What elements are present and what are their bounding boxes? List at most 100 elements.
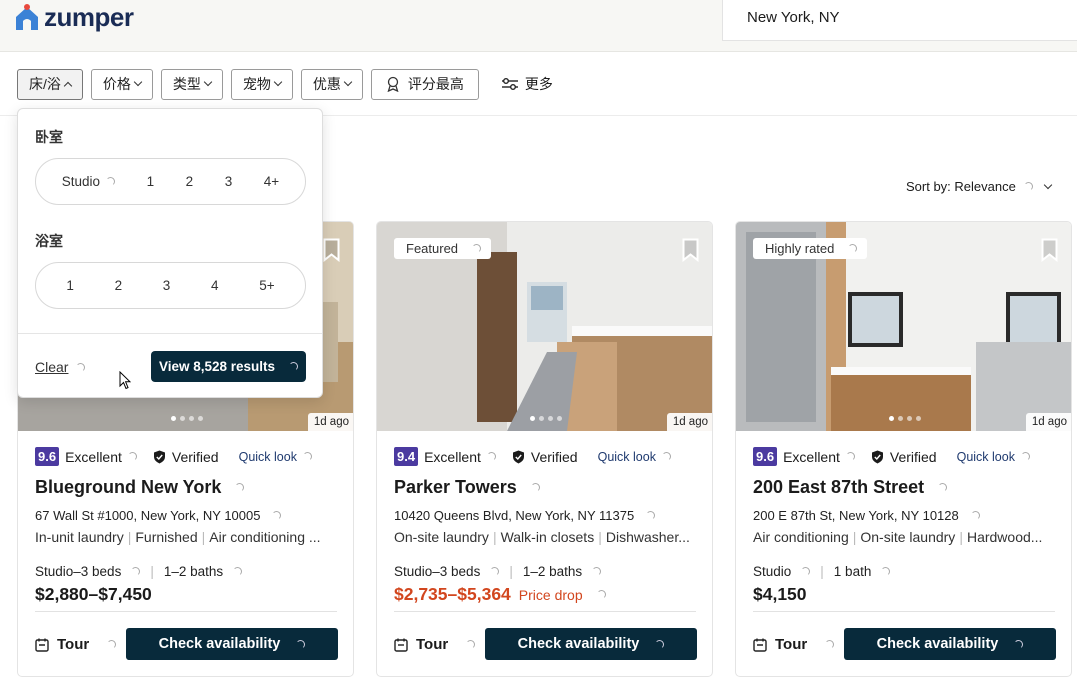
loading-spinner-icon <box>825 640 835 649</box>
listing-name[interactable]: 200 East 87th Street <box>753 477 948 498</box>
loading-spinner-icon <box>296 639 306 649</box>
filter-bed-bath[interactable]: 床/浴 <box>17 68 83 100</box>
loading-spinner-icon <box>848 244 858 253</box>
rating-row: 9.6 Excellent Verified Quick look <box>753 447 1063 466</box>
amenities: In-unit laundry | Furnished | Air conditioni… <box>35 529 321 545</box>
filter-pets[interactable]: 宠物 <box>230 68 293 100</box>
tour-button[interactable]: Tour <box>753 636 835 653</box>
tour-button[interactable]: Tour <box>35 636 117 653</box>
bedrooms-label: 卧室 <box>35 129 63 145</box>
amenity: Hardwood... <box>966 529 1043 545</box>
photo-carousel-dots[interactable] <box>18 416 353 421</box>
filter-pets-label: 宠物 <box>242 76 271 92</box>
bathrooms-label: 浴室 <box>35 233 63 249</box>
amenity: In-unit laundry <box>35 529 124 545</box>
verified-label: Verified <box>171 448 219 465</box>
loading-spinner-icon <box>76 362 86 372</box>
beds-baths: Studio–3 beds | 1–2 baths <box>35 564 243 579</box>
sort-dropdown[interactable]: Sort by: Relevance <box>906 179 1053 194</box>
bedroom-option-4plus[interactable]: 4+ <box>264 174 279 189</box>
price-text: $4,150 <box>753 584 807 604</box>
bathroom-option-2[interactable]: 2 <box>115 278 123 293</box>
view-results-label: View 8,528 results <box>158 359 276 374</box>
more-filters-label: 更多 <box>524 76 553 92</box>
listing-name-text: 200 East 87th Street <box>753 477 925 497</box>
check-availability-label: Check availability <box>517 636 640 652</box>
bedroom-option-3[interactable]: 3 <box>225 174 233 189</box>
bedroom-option-1[interactable]: 1 <box>147 174 155 189</box>
check-availability-label: Check availability <box>876 636 999 652</box>
listing-name[interactable]: Parker Towers <box>394 477 540 498</box>
verified-label: Verified <box>530 448 578 465</box>
chevron-down-icon <box>273 77 283 87</box>
filter-deals[interactable]: 优惠 <box>300 68 363 100</box>
clear-button[interactable]: Clear <box>35 359 86 375</box>
calendar-icon <box>35 638 49 652</box>
sort-value: Relevance <box>954 179 1016 194</box>
address-text: 67 Wall St #1000, New York, NY 10005 <box>35 508 261 523</box>
tour-button[interactable]: Tour <box>394 636 476 653</box>
loading-spinner-icon <box>127 452 137 461</box>
view-results-button[interactable]: View 8,528 results <box>151 351 306 382</box>
loading-spinner-icon <box>801 567 811 576</box>
photo-carousel-dots[interactable] <box>736 416 1071 421</box>
listing-name-text: Parker Towers <box>394 477 517 497</box>
listing-card[interactable]: Highly rated 1d ago 9.6 Excellent Verifi… <box>735 221 1072 677</box>
bedroom-option-2[interactable]: 2 <box>186 174 194 189</box>
amenity: Dishwasher... <box>605 529 690 545</box>
zumper-logo[interactable]: zumper <box>14 2 134 33</box>
filter-bar: 床/浴 价格 类型 宠物 优惠 评分最高 更多 <box>17 68 553 100</box>
calendar-icon <box>394 638 408 652</box>
posted-ago: 1d ago <box>1025 413 1071 431</box>
chevron-up-icon <box>63 81 73 90</box>
filter-price[interactable]: 价格 <box>90 68 153 100</box>
loading-spinner-icon <box>1023 182 1033 191</box>
beds-baths: Studio | 1 bath <box>753 564 891 579</box>
check-availability-button[interactable]: Check availability <box>485 628 697 660</box>
listing-card[interactable]: Featured 1d ago 9.4 Excellent Verified Q… <box>376 221 713 677</box>
verified-shield-icon <box>153 450 165 463</box>
bookmark-icon[interactable] <box>1041 238 1058 263</box>
tag-label: Featured <box>406 241 459 256</box>
house-logo-icon <box>16 3 38 30</box>
bookmark-icon[interactable] <box>682 238 699 263</box>
photo-carousel-dots[interactable] <box>377 416 712 421</box>
loading-spinner-icon <box>233 567 243 576</box>
verified-badge: Verified <box>871 449 937 465</box>
card-divider <box>753 611 1055 612</box>
amenity: Air conditioning <box>753 529 849 545</box>
filter-top-rated[interactable]: 评分最高 <box>370 68 479 100</box>
bathroom-option-5plus[interactable]: 5+ <box>259 278 274 293</box>
bookmark-icon[interactable] <box>323 238 340 263</box>
listing-address: 67 Wall St #1000, New York, NY 10005 <box>35 508 282 523</box>
award-ribbon-icon <box>387 76 399 92</box>
location-search-input[interactable]: New York, NY <box>722 0 1077 41</box>
bathroom-option-4[interactable]: 4 <box>211 278 219 293</box>
check-availability-button[interactable]: Check availability <box>126 628 338 660</box>
filter-deals-label: 优惠 <box>312 76 341 92</box>
listing-photo[interactable]: Featured 1d ago <box>377 222 712 431</box>
posted-ago: 1d ago <box>666 413 712 431</box>
quick-look-link[interactable]: Quick look <box>598 450 656 464</box>
bathroom-option-3[interactable]: 3 <box>163 278 171 293</box>
card-divider <box>35 611 337 612</box>
amenity: On-site laundry <box>394 529 489 545</box>
check-availability-button[interactable]: Check availability <box>844 628 1056 660</box>
loading-spinner-icon <box>490 567 500 576</box>
chevron-down-icon <box>133 77 143 87</box>
listing-photo[interactable]: Highly rated 1d ago <box>736 222 1071 431</box>
bed-bath-dropdown: 卧室 Studio 1 2 3 4+ 浴室 1 2 3 4 5+ Clear V… <box>17 108 323 398</box>
beds-baths: Studio–3 beds | 1–2 baths <box>394 564 602 579</box>
bedrooms-selector: Studio 1 2 3 4+ <box>35 158 306 205</box>
loading-spinner-icon <box>881 567 891 576</box>
quick-look-link[interactable]: Quick look <box>239 450 297 464</box>
chevron-down-icon <box>343 77 353 87</box>
loading-spinner-icon <box>289 362 299 371</box>
quick-look-link[interactable]: Quick look <box>957 450 1015 464</box>
bathroom-option-1[interactable]: 1 <box>66 278 74 293</box>
listing-name[interactable]: Blueground New York <box>35 477 245 498</box>
loading-spinner-icon <box>938 483 948 492</box>
filter-type[interactable]: 类型 <box>160 68 223 100</box>
more-filters-button[interactable]: 更多 <box>501 74 553 94</box>
bedroom-option-studio[interactable]: Studio <box>62 174 116 189</box>
